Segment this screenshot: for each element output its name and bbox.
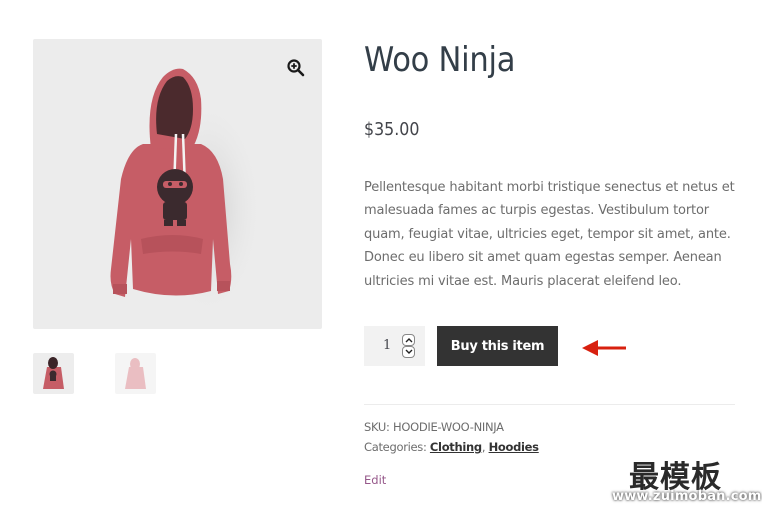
quantity-stepper[interactable] <box>402 334 415 358</box>
quantity-value[interactable]: 1 <box>383 338 391 353</box>
hoodie-image <box>110 68 263 319</box>
watermark: 最模板 www.zuimoban.com <box>612 452 762 510</box>
chevron-down-icon[interactable] <box>402 346 415 358</box>
thumbnail-back[interactable] <box>115 353 156 394</box>
edit-link[interactable]: Edit <box>364 473 386 487</box>
magnifier-plus-icon[interactable] <box>287 59 305 77</box>
buy-button[interactable]: Buy this item <box>437 326 558 366</box>
sku-value: HOODIE-WOO-NINJA <box>392 420 504 434</box>
quantity-input[interactable]: 1 <box>364 326 425 366</box>
category-link-hoodies[interactable]: Hoodies <box>489 440 539 454</box>
sku-label: SKU: <box>364 420 390 434</box>
product-sku: SKU: HOODIE-WOO-NINJA <box>364 420 504 434</box>
product-categories: Categories: Clothing, Hoodies <box>364 440 539 454</box>
thumbnail-front[interactable] <box>33 353 74 394</box>
category-link-clothing[interactable]: Clothing <box>430 440 482 454</box>
chevron-up-icon[interactable] <box>402 334 415 346</box>
product-title: Woo Ninja <box>364 40 516 80</box>
watermark-url: www.zuimoban.com <box>612 489 762 504</box>
product-description: Pellentesque habitant morbi tristique se… <box>364 180 735 289</box>
product-price: $35.00 <box>364 119 420 140</box>
category-separator: , <box>481 440 489 454</box>
arrow-left-icon <box>582 340 626 356</box>
divider <box>364 404 735 405</box>
categories-label: Categories: <box>364 440 427 454</box>
product-main-image[interactable] <box>33 39 322 329</box>
